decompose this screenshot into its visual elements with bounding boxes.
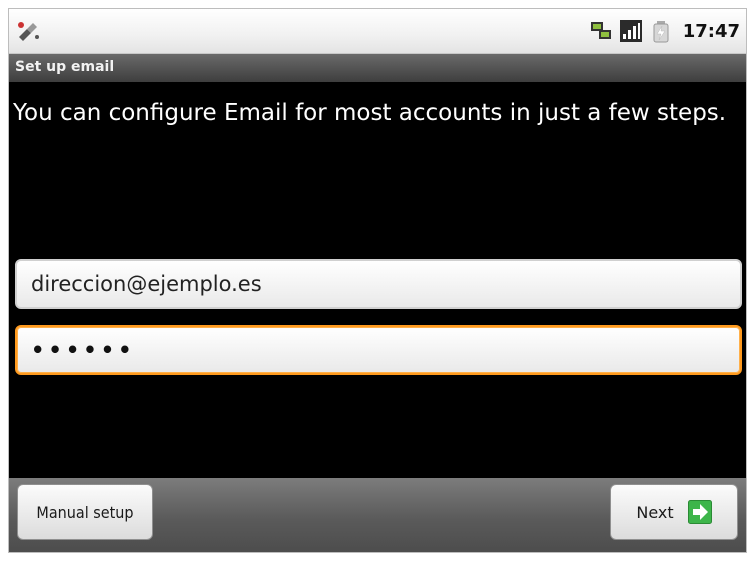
email-value: direccion@ejemplo.es (31, 272, 262, 296)
usb-debug-icon (18, 22, 39, 41)
next-label: Next (636, 502, 674, 522)
arrow-right-icon (687, 500, 712, 524)
title-bar: Set up email (9, 54, 746, 82)
data-sync-icon (590, 22, 611, 39)
next-button[interactable]: Next (610, 484, 738, 540)
manual-setup-button[interactable]: Manual setup (17, 484, 153, 540)
manual-setup-label: Manual setup (36, 502, 134, 522)
status-icons: 17:47 (589, 17, 740, 45)
page-title: Set up email (15, 59, 115, 75)
bottom-button-bar: Manual setup Next (9, 478, 746, 552)
email-field[interactable]: direccion@ejemplo.es (15, 259, 742, 309)
battery-charging-icon (653, 21, 669, 43)
password-value: •••••• (31, 338, 136, 362)
status-clock: 17:47 (682, 20, 740, 42)
password-field[interactable]: •••••• (15, 325, 742, 375)
signal-strength-icon (619, 20, 642, 42)
instructions-text: You can configure Email for most account… (13, 100, 727, 126)
device-screen: 17:47 Set up email You can configure Ema… (8, 8, 747, 553)
status-bar: 17:47 (9, 9, 746, 54)
